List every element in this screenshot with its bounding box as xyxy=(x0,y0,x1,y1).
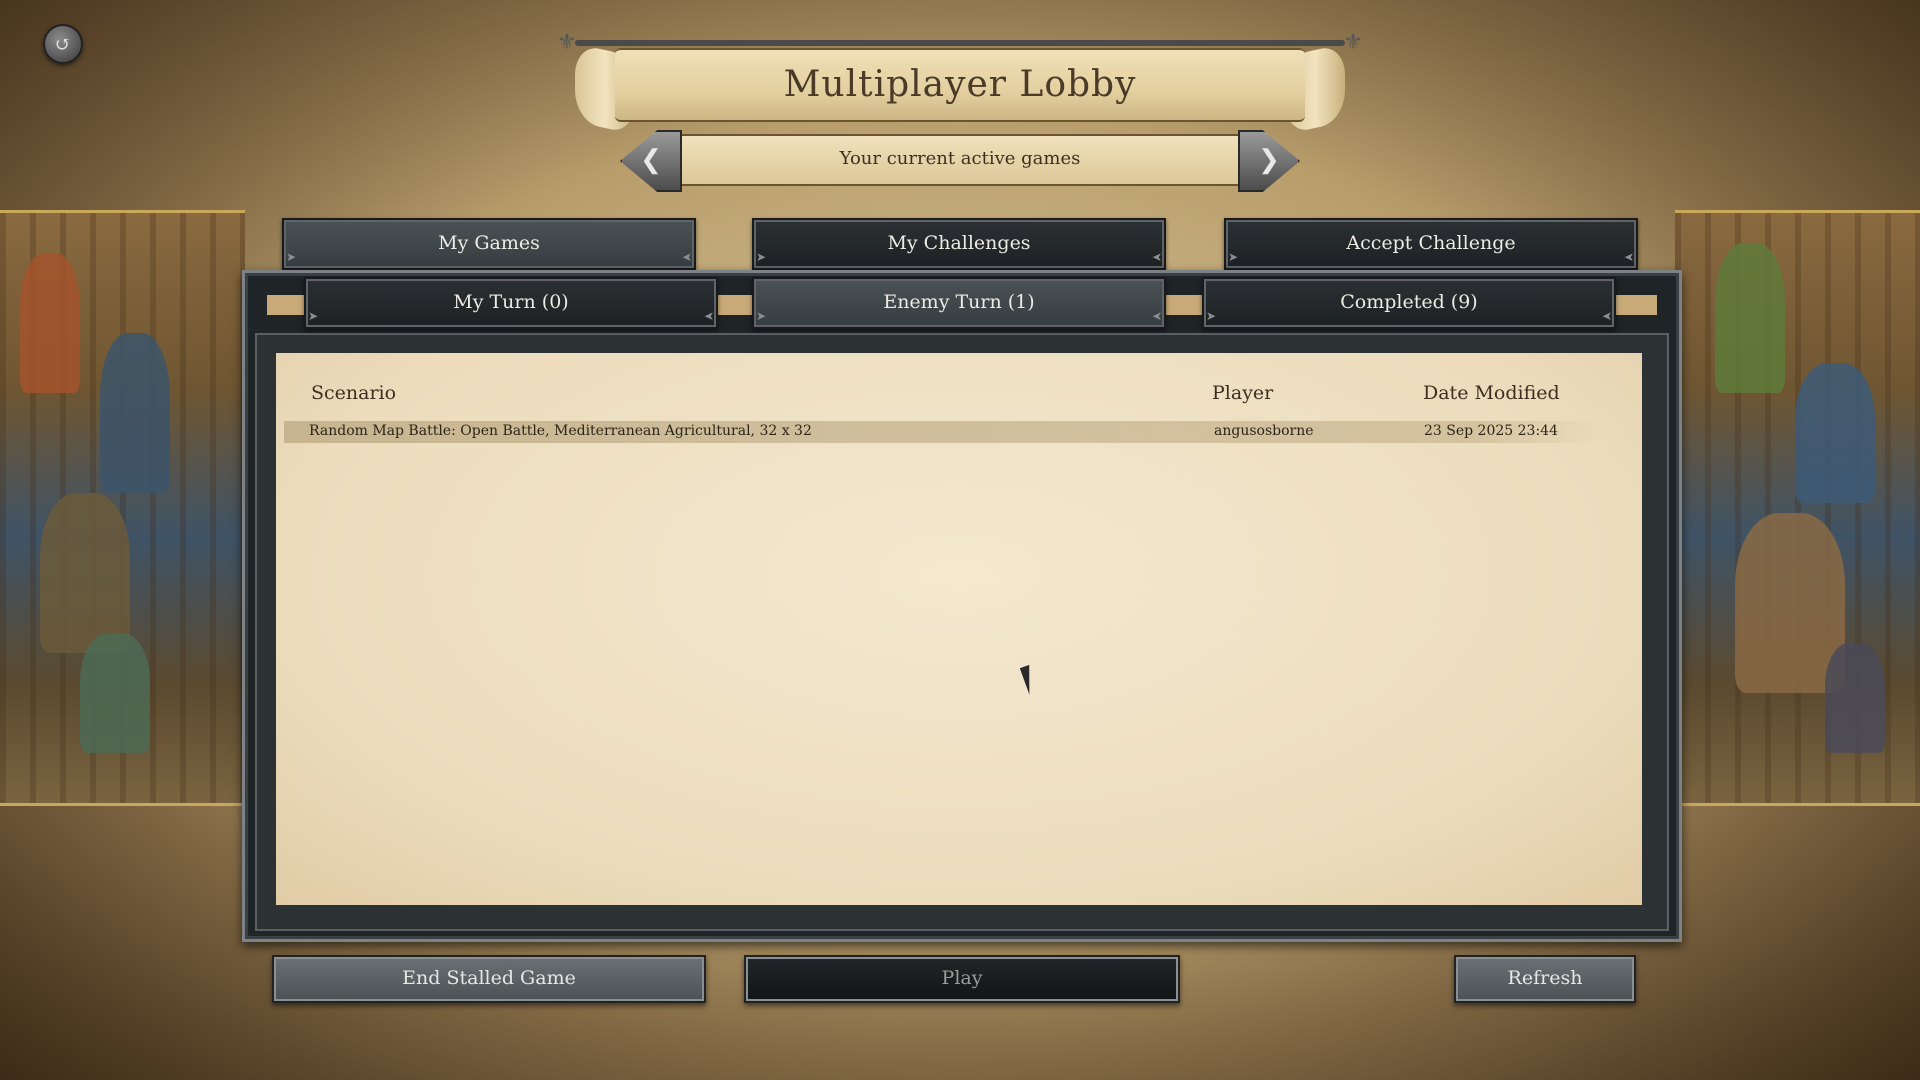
page-subtitle: Your current active games xyxy=(839,148,1081,169)
subtitle-banner: ❮ ❯ Your current active games xyxy=(620,130,1300,192)
refresh-button[interactable]: Refresh xyxy=(1454,955,1636,1003)
mural-figure xyxy=(20,253,80,393)
banner-rod xyxy=(557,30,1363,55)
page-title: Multiplayer Lobby xyxy=(783,64,1137,105)
row-player: angusosborne xyxy=(1214,423,1314,439)
play-button[interactable]: Play xyxy=(744,955,1180,1003)
right-mural xyxy=(1675,210,1920,806)
mural-figure xyxy=(1825,643,1885,753)
row-scenario: Random Map Battle: Open Battle, Mediterr… xyxy=(309,423,812,439)
tab-accept-challenge[interactable]: Accept Challenge xyxy=(1224,218,1638,280)
back-arrow-icon: ↺ xyxy=(54,32,72,56)
back-button[interactable]: ↺ xyxy=(43,24,83,64)
mural-figure xyxy=(1795,363,1875,503)
tab-enemy-turn[interactable]: Enemy Turn (1) xyxy=(752,277,1166,339)
mural-figure xyxy=(100,333,170,493)
mural-figure xyxy=(1715,243,1785,393)
tab-my-turn[interactable]: My Turn (0) xyxy=(304,277,718,339)
row-date: 23 Sep 2025 23:44 xyxy=(1424,423,1558,439)
mural-figure xyxy=(40,493,130,653)
tab-my-games[interactable]: My Games xyxy=(282,218,696,280)
column-header-date[interactable]: Date Modified xyxy=(1423,382,1560,404)
tab-completed[interactable]: Completed (9) xyxy=(1202,277,1616,339)
tab-my-challenges[interactable]: My Challenges xyxy=(752,218,1166,280)
column-header-player[interactable]: Player xyxy=(1212,382,1273,404)
column-header-scenario[interactable]: Scenario xyxy=(311,382,396,404)
mural-figure xyxy=(80,633,150,753)
table-row[interactable]: Random Map Battle: Open Battle, Mediterr… xyxy=(284,421,1598,443)
end-stalled-game-button[interactable]: End Stalled Game xyxy=(272,955,706,1003)
left-mural xyxy=(0,210,245,806)
title-banner: Multiplayer Lobby xyxy=(557,30,1363,135)
